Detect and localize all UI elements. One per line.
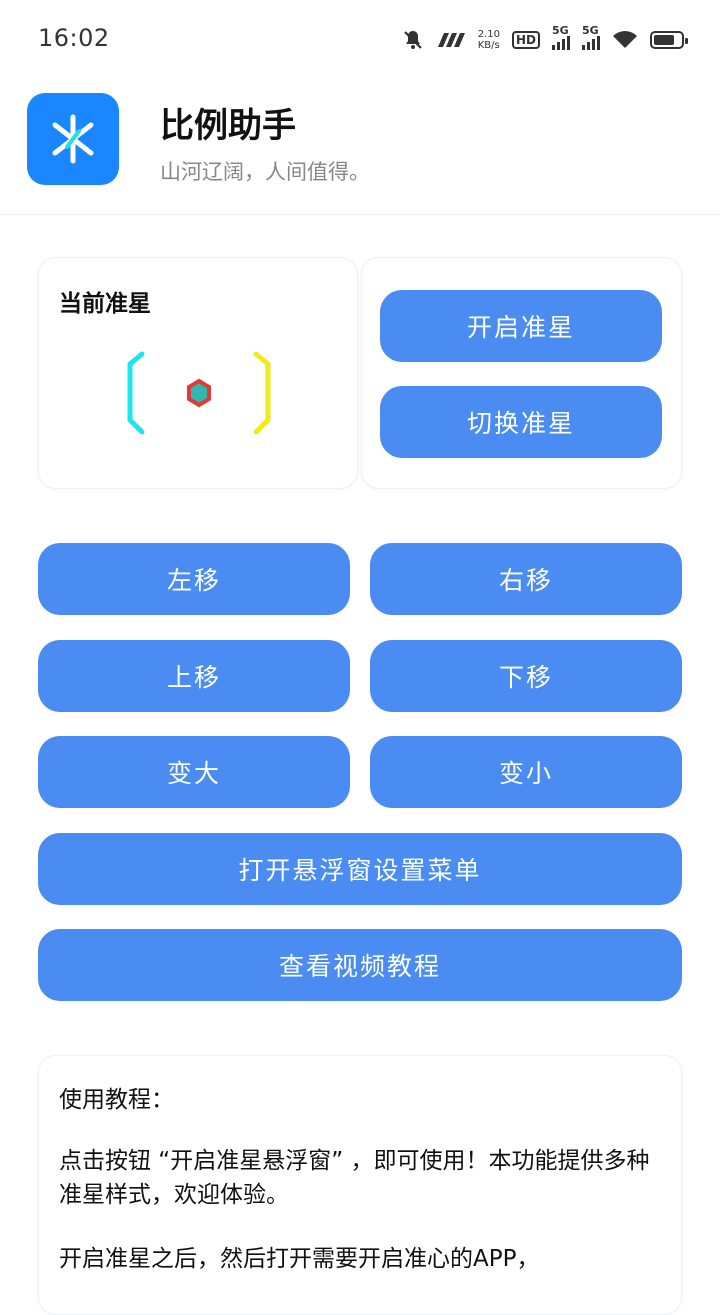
mute-icon [402, 29, 424, 51]
sparkle-icon [52, 114, 94, 164]
move-left-button[interactable]: 左移 [38, 543, 350, 615]
floating-window-settings-button[interactable]: 打开悬浮窗设置菜单 [38, 833, 682, 905]
video-tutorial-button[interactable]: 查看视频教程 [38, 929, 682, 1001]
hd-icon: HD [511, 31, 540, 49]
current-crosshair-card: 当前准星 [38, 257, 358, 489]
open-crosshair-button[interactable]: 开启准星 [380, 290, 662, 362]
shrink-button[interactable]: 变小 [370, 736, 682, 808]
crosshair-preview-icon [127, 351, 271, 435]
status-bar: 16:02 2.10 KB/s HD 5G 5G [0, 0, 720, 80]
enlarge-button[interactable]: 变大 [38, 736, 350, 808]
battery-icon [650, 31, 688, 49]
move-right-button[interactable]: 右移 [370, 543, 682, 615]
switch-crosshair-button[interactable]: 切换准星 [380, 386, 662, 458]
app-title: 比例助手 [160, 106, 296, 146]
tutorial-card: 使用教程： 点击按钮 “开启准星悬浮窗” ，即可使用！本功能提供多种准星样式，欢… [38, 1055, 682, 1315]
signal-label: 5G [582, 24, 599, 37]
signal-icon: 5G [582, 24, 600, 50]
tutorial-paragraph: 开启准星之后，然后打开需要开启准心的APP， [59, 1246, 540, 1272]
current-crosshair-title: 当前准星 [59, 291, 151, 317]
volte-icon [436, 32, 466, 48]
app-header: 比例助手 山河辽阔，人间值得。 [0, 80, 720, 215]
move-up-button[interactable]: 上移 [38, 640, 350, 712]
tutorial-title: 使用教程： [59, 1087, 174, 1113]
move-down-button[interactable]: 下移 [370, 640, 682, 712]
net-speed: 2.10 KB/s [478, 29, 500, 51]
signal-label: 5G [552, 24, 569, 37]
app-logo [27, 93, 119, 185]
net-speed-unit: KB/s [477, 40, 500, 51]
status-icons: 2.10 KB/s HD 5G 5G [402, 22, 688, 58]
wifi-icon [612, 30, 638, 50]
app-subtitle: 山河辽阔，人间值得。 [160, 160, 370, 184]
tutorial-paragraph: 点击按钮 “开启准星悬浮窗” ，即可使用！本功能提供多种准星样式，欢迎体验。 [59, 1148, 650, 1208]
status-time: 16:02 [38, 24, 110, 52]
signal-icon: 5G [552, 24, 570, 50]
net-speed-value: 2.10 [477, 29, 500, 40]
